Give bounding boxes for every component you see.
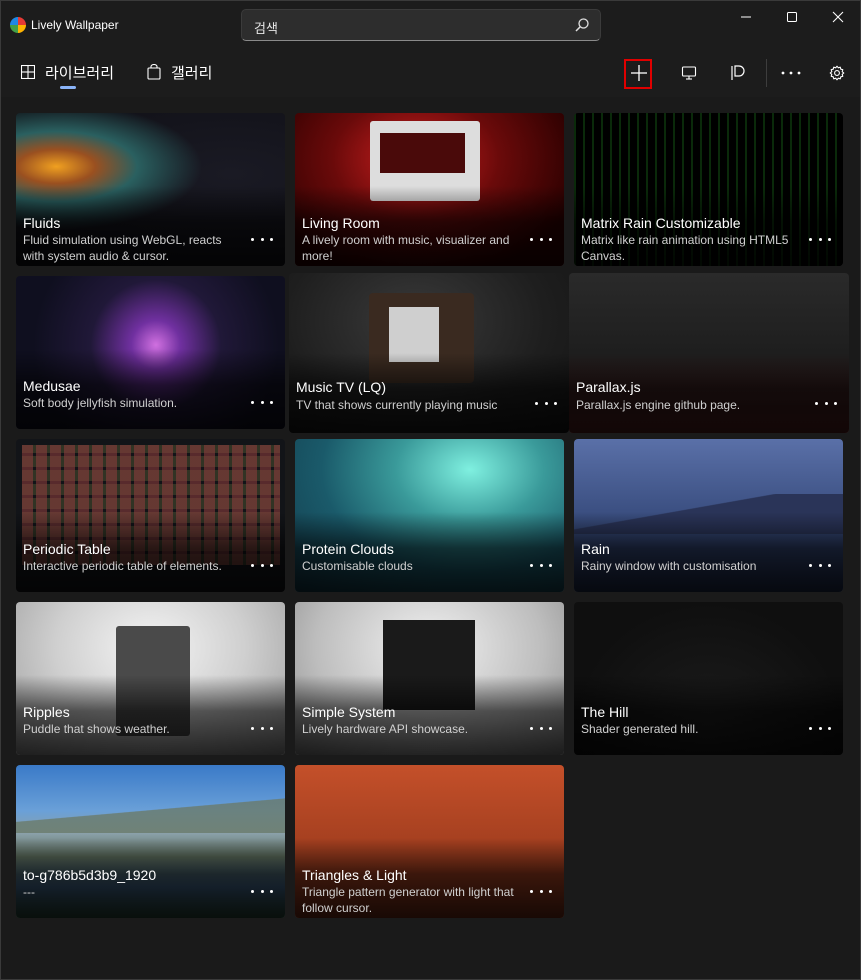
wallpaper-card-fluids[interactable]: Fluids Fluid simulation using WebGL, rea…	[16, 113, 285, 266]
card-title: Rain	[581, 541, 610, 557]
active-tab-indicator	[60, 86, 76, 89]
title-bar: Lively Wallpaper 검색	[1, 1, 860, 47]
wallpaper-card-protein-clouds[interactable]: Protein Clouds Customisable clouds	[295, 439, 564, 592]
tab-gallery[interactable]: 갤러리	[147, 47, 212, 97]
wallpaper-card-medusae[interactable]: Medusae Soft body jellyfish simulation.	[16, 276, 285, 429]
card-more-button[interactable]	[251, 560, 273, 570]
nav-bar: 라이브러리 갤러리	[1, 47, 860, 97]
card-description: A lively room with music, visualizer and…	[302, 233, 510, 263]
card-more-button[interactable]	[251, 723, 273, 733]
wallpaper-card-ripples[interactable]: Ripples Puddle that shows weather.	[16, 602, 285, 755]
card-title: Simple System	[302, 704, 396, 720]
card-title: Protein Clouds	[302, 541, 394, 557]
card-description: Puddle that shows weather.	[23, 722, 170, 736]
app-logo-icon	[10, 17, 26, 33]
card-more-button[interactable]	[251, 397, 273, 407]
wallpaper-card-triangles-light[interactable]: Triangles & Light Triangle pattern gener…	[295, 765, 564, 918]
card-description: Soft body jellyfish simulation.	[23, 396, 178, 410]
grid-icon	[21, 65, 35, 79]
tab-library[interactable]: 라이브러리	[21, 47, 114, 97]
tab-gallery-label: 갤러리	[171, 64, 213, 82]
more-options-button[interactable]	[776, 58, 806, 88]
search-icon[interactable]	[574, 17, 590, 33]
card-title: Triangles & Light	[302, 867, 407, 883]
flag-icon	[731, 65, 745, 80]
card-more-button[interactable]	[530, 560, 552, 570]
gear-icon	[829, 65, 845, 81]
card-more-button[interactable]	[815, 398, 837, 408]
card-more-button[interactable]	[530, 723, 552, 733]
card-title: Parallax.js	[576, 379, 641, 395]
wallpaper-card-parallax[interactable]: Parallax.js Parallax.js engine github pa…	[569, 273, 849, 433]
wallpaper-card-the-hill[interactable]: The Hill Shader generated hill.	[574, 602, 843, 755]
card-description: Fluid simulation using WebGL, reacts wit…	[23, 233, 222, 263]
card-title: Music TV (LQ)	[296, 379, 386, 395]
card-title: Living Room	[302, 215, 380, 231]
maximize-button[interactable]	[769, 1, 815, 33]
search-input[interactable]: 검색	[254, 18, 278, 37]
card-title: Periodic Table	[23, 541, 111, 557]
tab-library-label: 라이브러리	[45, 64, 115, 82]
library-grid: Fluids Fluid simulation using WebGL, rea…	[1, 97, 860, 979]
more-icon	[781, 71, 801, 75]
card-title: The Hill	[581, 704, 629, 720]
card-more-button[interactable]	[809, 234, 831, 244]
close-button[interactable]	[815, 1, 861, 33]
card-title: Medusae	[23, 378, 81, 394]
control-panel-button[interactable]	[723, 58, 753, 88]
card-description: ---	[23, 885, 35, 899]
card-title: Fluids	[23, 215, 61, 231]
card-description: Interactive periodic table of elements.	[23, 559, 222, 573]
maximize-icon	[787, 12, 797, 22]
shopping-bag-icon	[147, 64, 161, 80]
minimize-button[interactable]	[723, 1, 769, 33]
wallpaper-card-music-tv[interactable]: Music TV (LQ) TV that shows currently pl…	[289, 273, 569, 433]
card-description: Lively hardware API showcase.	[302, 722, 469, 736]
settings-button[interactable]	[822, 58, 852, 88]
wallpaper-card-matrix-rain[interactable]: Matrix Rain Customizable Matrix like rai…	[574, 113, 843, 266]
card-more-button[interactable]	[530, 234, 552, 244]
card-title: Ripples	[23, 704, 70, 720]
card-description: Customisable clouds	[302, 559, 413, 573]
wallpaper-card-to-g786b5d3b9[interactable]: to-g786b5d3b9_1920 ---	[16, 765, 285, 918]
app-window: Lively Wallpaper 검색 라이브러리 갤러리 Fluids Flu…	[0, 0, 861, 980]
wallpaper-card-rain[interactable]: Rain Rainy window with customisation	[574, 439, 843, 592]
card-more-button[interactable]	[535, 398, 557, 408]
card-title: to-g786b5d3b9_1920	[23, 867, 157, 883]
wallpaper-card-periodic-table[interactable]: Periodic Table Interactive periodic tabl…	[16, 439, 285, 592]
card-description: Parallax.js engine github page.	[576, 398, 741, 412]
card-description: Shader generated hill.	[581, 722, 699, 736]
minimize-icon	[741, 16, 751, 18]
card-description: Triangle pattern generator with light th…	[302, 885, 514, 915]
wallpaper-card-simple-system[interactable]: Simple System Lively hardware API showca…	[295, 602, 564, 755]
app-title: Lively Wallpaper	[31, 18, 119, 32]
search-box[interactable]: 검색	[241, 9, 601, 41]
screen-layout-button[interactable]	[674, 58, 704, 88]
card-more-button[interactable]	[809, 723, 831, 733]
add-button-highlight	[624, 59, 652, 89]
monitor-icon	[681, 66, 697, 80]
card-title: Matrix Rain Customizable	[581, 215, 741, 231]
close-icon	[832, 11, 844, 23]
card-more-button[interactable]	[809, 560, 831, 570]
wallpaper-card-living-room[interactable]: Living Room A lively room with music, vi…	[295, 113, 564, 266]
card-description: TV that shows currently playing music	[296, 398, 498, 412]
card-more-button[interactable]	[530, 886, 552, 896]
card-more-button[interactable]	[251, 234, 273, 244]
card-description: Rainy window with customisation	[581, 559, 757, 573]
card-more-button[interactable]	[251, 886, 273, 896]
nav-divider	[766, 59, 767, 87]
card-description: Matrix like rain animation using HTML5 C…	[581, 233, 789, 263]
